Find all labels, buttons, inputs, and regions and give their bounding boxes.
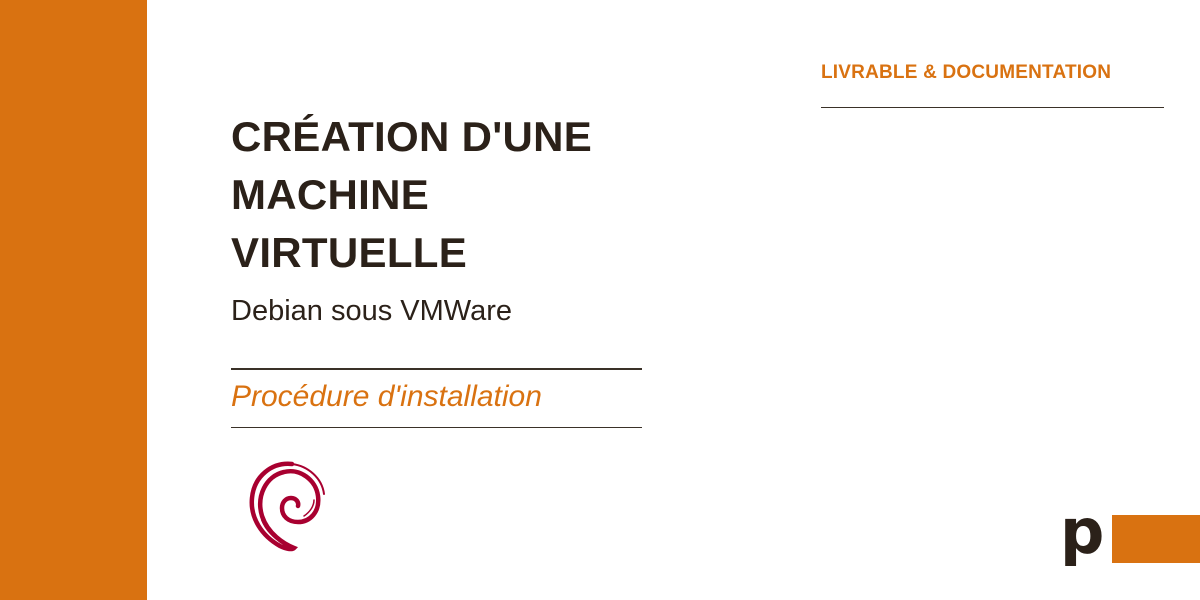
category-divider [821,107,1164,108]
document-subtitle: Debian sous VMWare [231,295,512,327]
side-accent-band [0,0,147,600]
procedure-bottom-divider [231,427,642,428]
brand-logo-block [1112,515,1200,563]
title-line-1: CRÉATION D'UNE [231,113,593,160]
document-category-label: LIVRABLE & DOCUMENTATION [821,62,1112,83]
brand-logo-letter: p [1060,495,1105,568]
debian-logo-icon [249,461,325,552]
document-title: CRÉATION D'UNE MACHINE VIRTUELLE [231,108,671,282]
procedure-label: Procédure d'installation [231,380,542,413]
procedure-top-divider [231,368,642,370]
title-line-2: MACHINE [231,171,430,218]
title-line-3: VIRTUELLE [231,229,468,276]
